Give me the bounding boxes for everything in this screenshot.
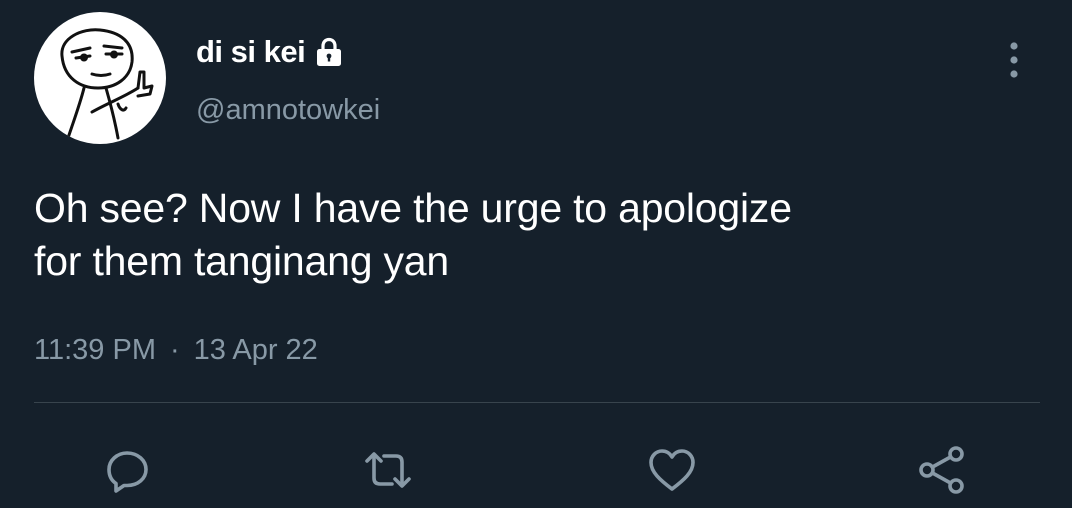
tweet-text-line-2: for them tanginang yan bbox=[34, 238, 449, 284]
like-button[interactable] bbox=[646, 444, 698, 496]
tweet-meta: 11:39 PM · 13 Apr 22 bbox=[34, 334, 318, 367]
more-options-button[interactable] bbox=[1002, 40, 1026, 80]
reply-icon bbox=[107, 451, 148, 493]
heart-icon bbox=[649, 449, 695, 491]
tweet-time[interactable]: 11:39 PM bbox=[34, 334, 156, 367]
reply-button[interactable] bbox=[102, 444, 154, 496]
lock-icon bbox=[313, 36, 345, 68]
meta-separator: · bbox=[169, 334, 180, 366]
tweet-text-line-1: Oh see? Now I have the urge to apologize bbox=[34, 185, 792, 231]
retweet-icon bbox=[365, 452, 411, 488]
share-button[interactable] bbox=[916, 444, 968, 496]
display-name[interactable]: di si kei bbox=[196, 34, 306, 70]
tweet-text: Oh see? Now I have the urge to apologize… bbox=[34, 182, 1044, 288]
avatar[interactable] bbox=[34, 12, 166, 144]
meme-face-avatar bbox=[60, 28, 154, 140]
display-name-row: di si kei bbox=[196, 32, 345, 72]
divider bbox=[34, 402, 1040, 403]
tweet-date[interactable]: 13 Apr 22 bbox=[194, 334, 318, 367]
share-icon bbox=[919, 446, 964, 494]
handle[interactable]: @amnotowkei bbox=[196, 94, 380, 127]
retweet-button[interactable] bbox=[362, 444, 414, 496]
more-vertical-icon bbox=[1010, 42, 1018, 78]
